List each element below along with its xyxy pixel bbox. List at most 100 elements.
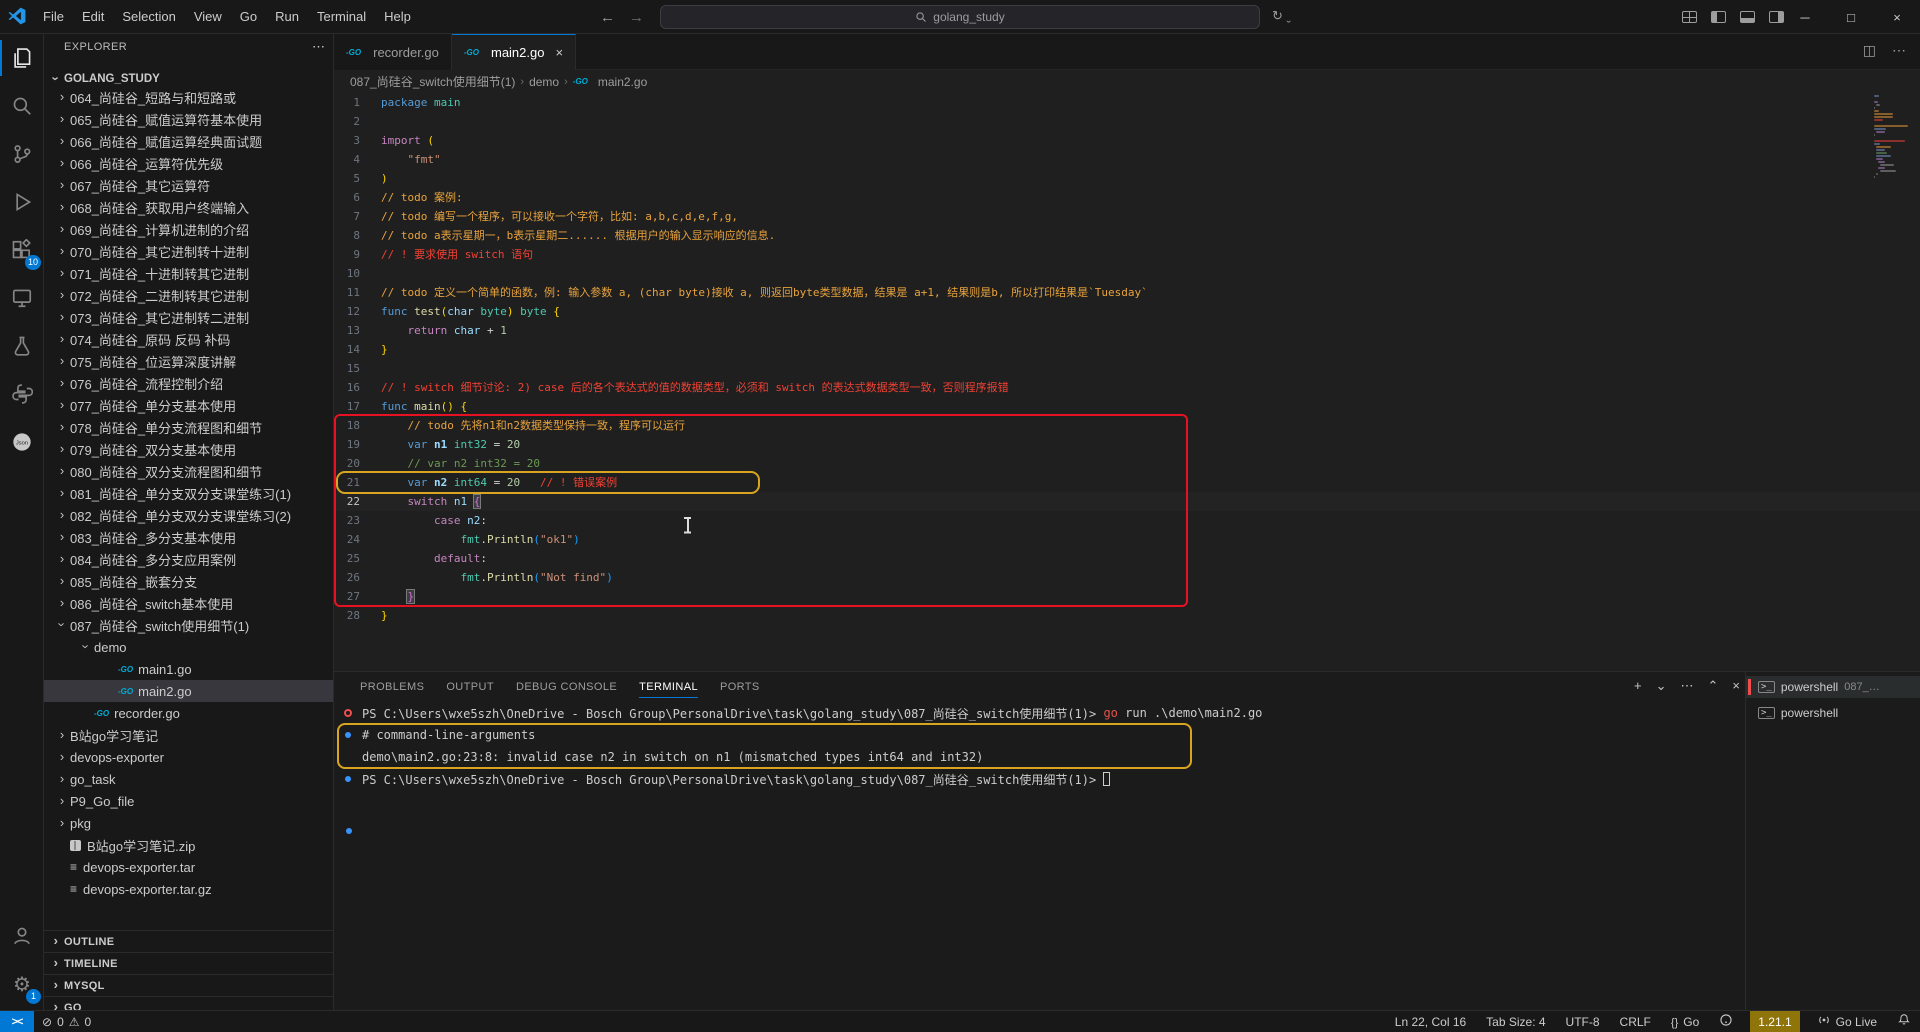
settings-icon[interactable]: ⚙ 1 [0,960,44,1008]
tree-item-069_-_-[interactable]: › 069_尚硅谷_计算机进制的介绍 [44,218,333,240]
testing-icon[interactable] [0,322,44,370]
status-item-indentation[interactable]: Tab Size: 4 [1483,1011,1548,1032]
status-item-language-mode[interactable]: {} Go [1668,1011,1702,1032]
terminal-session-1[interactable]: >_ powershell 087_… [1746,676,1920,698]
tree-item-b-go-[interactable]: › B站go学习笔记 [44,724,333,746]
status-item-encoding[interactable]: UTF-8 [1563,1011,1603,1032]
tree-item-devops-exporter[interactable]: › devops-exporter [44,746,333,768]
menu-selection[interactable]: Selection [113,0,184,34]
terminal-dropdown-icon[interactable]: ⌄ [1656,678,1667,694]
status-item-go-live[interactable]: Go Live [1814,1011,1880,1032]
status-item-notifications[interactable] [1894,1011,1914,1032]
code-line-16[interactable]: 16 // ! switch 细节讨论: 2) case 后的各个表达式的值的数据… [334,378,1920,397]
forward-icon[interactable]: → [629,9,644,26]
tree-item-066_-_-[interactable]: › 066_尚硅谷_赋值运算经典面试题 [44,130,333,152]
code-line-11[interactable]: 11 // todo 定义一个简单的函数，例: 输入参数 a, (char byt… [334,283,1920,302]
toggle-sidebar-icon[interactable] [1711,11,1726,23]
code-line-10[interactable]: 10 [334,264,1920,283]
code-line-3[interactable]: 3 import ( [334,131,1920,150]
code-line-15[interactable]: 15 [334,359,1920,378]
tree-item-080_-_-[interactable]: › 080_尚硅谷_双分支流程图和细节 [44,460,333,482]
tree-item-070_-_-[interactable]: › 070_尚硅谷_其它进制转十进制 [44,240,333,262]
terminal-more-icon[interactable]: ⋯ [1681,678,1694,694]
panel-tab-terminal[interactable]: TERMINAL [639,677,698,698]
tree-item-087_-_switch-1-[interactable]: › 087_尚硅谷_switch使用细节(1) [44,614,333,636]
layout-switch-icon[interactable]: ↻ ˬ [1272,8,1291,24]
tree-item-b-go-.zip[interactable]: B站go学习笔记.zip [44,834,333,856]
code-line-14[interactable]: 14} [334,340,1920,359]
files-icon[interactable] [0,34,44,82]
accounts-icon[interactable] [0,912,44,960]
tab-main2.go[interactable]: -GO main2.go × [451,34,577,70]
status-item-go-version[interactable]: 1.21.1 [1750,1010,1800,1032]
search-icon[interactable] [0,82,44,130]
editor-more-icon[interactable]: ⋯ [1892,42,1906,59]
tree-item-079_-_-[interactable]: › 079_尚硅谷_双分支基本使用 [44,438,333,460]
tree-item-078_-_-[interactable]: › 078_尚硅谷_单分支流程图和细节 [44,416,333,438]
tree-item-main2.go[interactable]: -GO main2.go [44,680,333,702]
tree-item-085_-_-[interactable]: › 085_尚硅谷_嵌套分支 [44,570,333,592]
tree-item-075_-_-[interactable]: › 075_尚硅谷_位运算深度讲解 [44,350,333,372]
code-line-12[interactable]: 12 func test(char byte) byte { [334,302,1920,321]
toggle-panel-icon[interactable] [1740,11,1755,23]
code-line-5[interactable]: 5) [334,169,1920,188]
code-line-1[interactable]: 1 package main [334,93,1920,112]
close-icon[interactable]: × [555,45,563,60]
panel-tab-ports[interactable]: PORTS [720,677,760,697]
tree-item-067_-_-[interactable]: › 067_尚硅谷_其它运算符 [44,174,333,196]
tree-item-devops-exporter.tar.gz[interactable]: ≡ devops-exporter.tar.gz [44,878,333,900]
json-icon[interactable]: Json [0,418,44,466]
tree-item-065_-_-[interactable]: › 065_尚硅谷_赋值运算符基本使用 [44,108,333,130]
status-item-eol[interactable]: CRLF [1617,1011,1654,1032]
breadcrumb-item-087_-_switch-1-[interactable]: 087_尚硅谷_switch使用细节(1) [350,73,515,90]
command-center-search[interactable]: golang_study [660,5,1260,29]
tree-item-p9_go_file[interactable]: › P9_Go_file [44,790,333,812]
tab-recorder.go[interactable]: -GO recorder.go [334,34,452,70]
tree-item-demo[interactable]: › demo [44,636,333,658]
menu-terminal[interactable]: Terminal [308,0,375,34]
tree-item-068_-_-[interactable]: › 068_尚硅谷_获取用户终端输入 [44,196,333,218]
menu-run[interactable]: Run [266,0,308,34]
problems-status[interactable]: ⊘ 0 ⚠ 0 [34,1015,99,1029]
menu-edit[interactable]: Edit [73,0,113,34]
tree-item-recorder.go[interactable]: -GO recorder.go [44,702,333,724]
section-go[interactable]: › GO [44,996,333,1010]
panel-tab-output[interactable]: OUTPUT [446,677,494,697]
tree-item-pkg[interactable]: › pkg [44,812,333,834]
tree-item-072_-_-[interactable]: › 072_尚硅谷_二进制转其它进制 [44,284,333,306]
tree-item-066_-_-[interactable]: › 066_尚硅谷_运算符优先级 [44,152,333,174]
panel-tab-problems[interactable]: PROBLEMS [360,677,424,697]
split-editor-icon[interactable]: ◫ [1863,42,1876,59]
section-timeline[interactable]: › TIMELINE [44,952,333,974]
code-line-8[interactable]: 8 // todo a表示星期一，b表示星期二...... 根据用户的输入显示响应… [334,226,1920,245]
restore-button[interactable]: □ [1828,0,1874,34]
tree-item-071_-_-[interactable]: › 071_尚硅谷_十进制转其它进制 [44,262,333,284]
tree-item-084_-_-[interactable]: › 084_尚硅谷_多分支应用案例 [44,548,333,570]
tree-item-go_task[interactable]: › go_task [44,768,333,790]
minimize-button[interactable]: ─ [1782,0,1828,34]
tree-item-074_-_-[interactable]: › 074_尚硅谷_原码 反码 补码 [44,328,333,350]
tree-item-083_-_-[interactable]: › 083_尚硅谷_多分支基本使用 [44,526,333,548]
section-outline[interactable]: › OUTLINE [44,930,333,952]
status-item-github[interactable] [1716,1011,1736,1032]
code-line-4[interactable]: 4 "fmt" [334,150,1920,169]
tree-item-082_-_-2-[interactable]: › 082_尚硅谷_单分支双分支课堂练习(2) [44,504,333,526]
close-panel-icon[interactable]: × [1732,678,1740,694]
tree-item-077_-_-[interactable]: › 077_尚硅谷_单分支基本使用 [44,394,333,416]
status-item-cursor-position[interactable]: Ln 22, Col 16 [1392,1011,1469,1032]
tree-item-073_-_-[interactable]: › 073_尚硅谷_其它进制转二进制 [44,306,333,328]
back-icon[interactable]: ← [600,9,615,26]
tree-item-main1.go[interactable]: -GO main1.go [44,658,333,680]
menu-help[interactable]: Help [375,0,420,34]
breadcrumb-item-main2.go[interactable]: main2.go [598,75,647,89]
menu-file[interactable]: File [34,0,73,34]
extensions-icon[interactable]: 10 [0,226,44,274]
remote-indicator[interactable]: >< [0,1010,34,1032]
explorer-more-icon[interactable]: ⋯ [312,39,325,55]
code-line-28[interactable]: 28} [334,606,1920,625]
python-icon[interactable] [0,370,44,418]
maximize-panel-icon[interactable]: ⌃ [1708,678,1719,694]
code-line-13[interactable]: 13 return char + 1 [334,321,1920,340]
code-line-6[interactable]: 6 // todo 案例: [334,188,1920,207]
code-editor[interactable]: 1 package main 2 3 import (4 "fmt" 5) 6// todo … [334,93,1920,671]
